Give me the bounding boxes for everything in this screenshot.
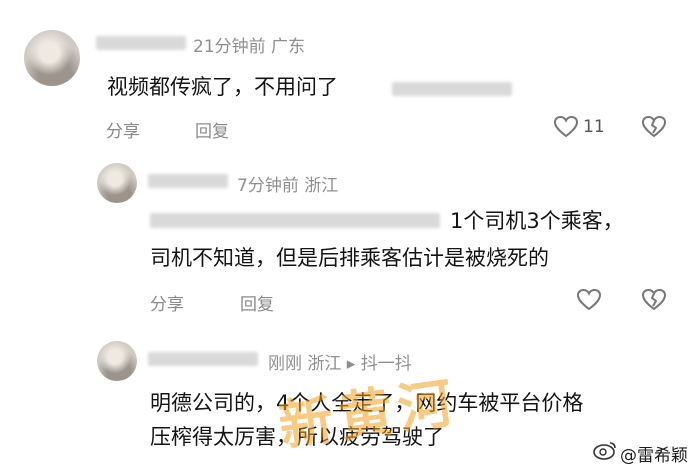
text-redacted: [150, 213, 440, 228]
username-redacted[interactable]: [148, 174, 228, 188]
text-redacted: [392, 82, 512, 96]
broken-heart-icon[interactable]: [641, 115, 667, 139]
share-button[interactable]: 分享: [150, 290, 184, 315]
heart-outline-icon[interactable]: [553, 115, 579, 139]
comment-text: 司机不知道，但是后排乘客估计是被烧死的: [150, 246, 549, 270]
comment-meta: 21分钟前 广东: [193, 37, 306, 57]
avatar[interactable]: [97, 341, 137, 381]
username-redacted[interactable]: [148, 352, 258, 366]
username-redacted[interactable]: [96, 36, 186, 50]
comment-text: 视频都传疯了，不用问了: [107, 75, 338, 99]
comment-meta: 7分钟前 浙江: [237, 176, 339, 196]
avatar[interactable]: [24, 30, 80, 86]
broken-heart-icon[interactable]: [641, 288, 667, 312]
like-count: 11: [583, 117, 605, 137]
heart-outline-icon[interactable]: [576, 288, 602, 312]
weibo-logo-icon: [593, 442, 616, 460]
watermark-brand: @雷希颖: [620, 446, 688, 466]
share-button[interactable]: 分享: [106, 117, 140, 142]
avatar[interactable]: [97, 163, 137, 203]
reply-button[interactable]: 回复: [240, 290, 274, 315]
reply-button[interactable]: 回复: [195, 117, 229, 142]
comment-text: 1个司机3个乘客，: [450, 209, 624, 233]
